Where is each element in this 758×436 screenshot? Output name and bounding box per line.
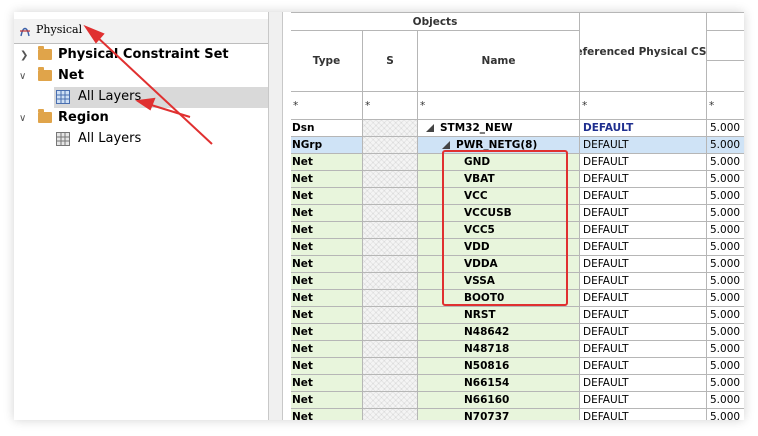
app-window: Physical ❯ Physical Constraint Set ∨ Net…	[14, 12, 744, 420]
annotation-arrows	[83, 24, 213, 145]
arrow-annotation	[147, 103, 191, 118]
arrow-annotation	[95, 35, 213, 145]
arrow-head	[135, 97, 156, 111]
